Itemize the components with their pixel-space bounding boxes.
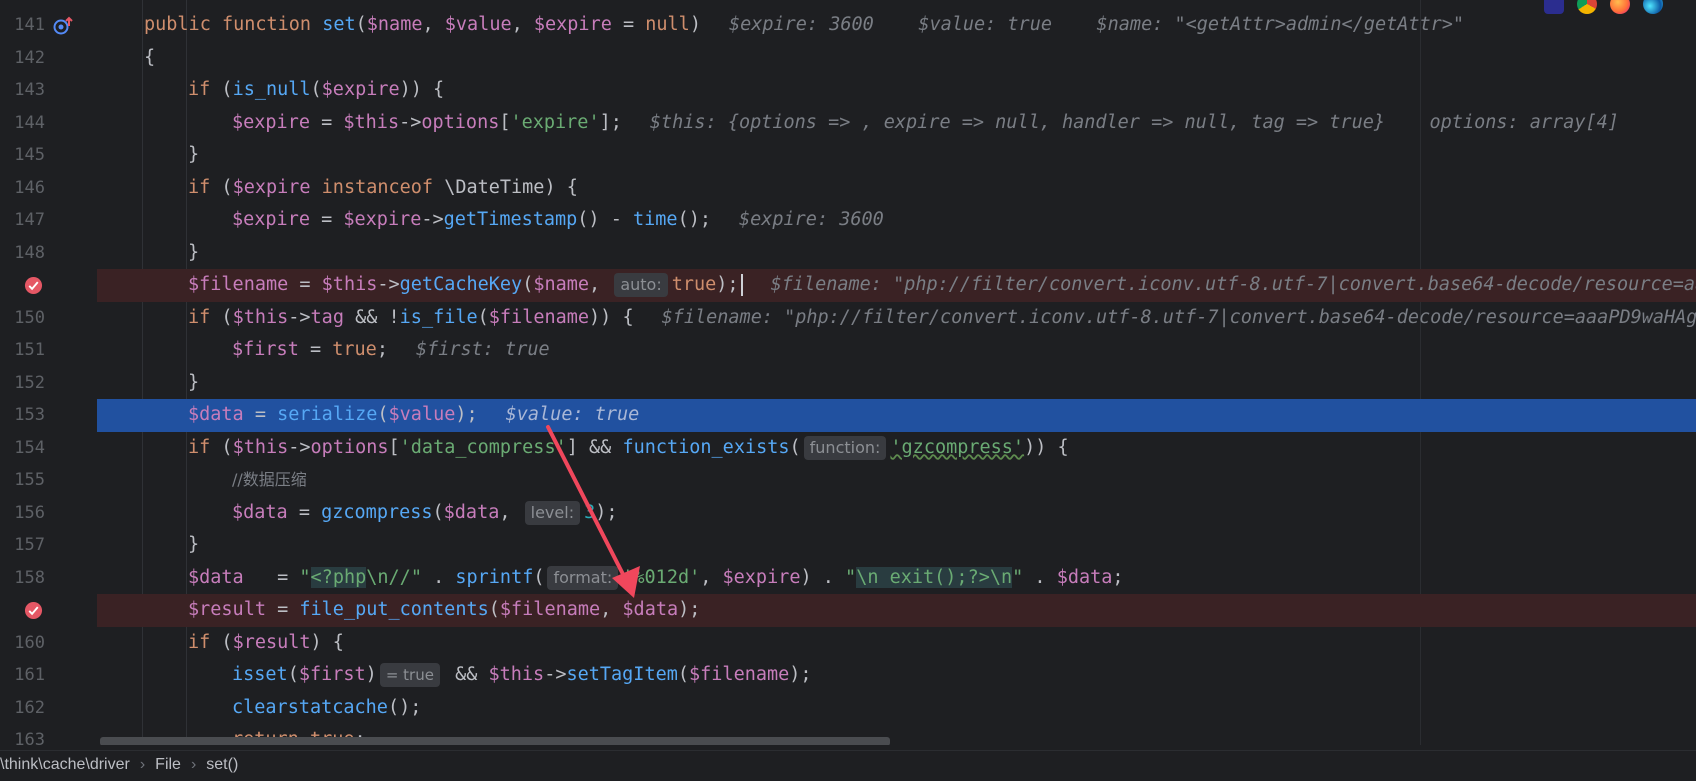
breadcrumb-class[interactable]: File — [155, 751, 181, 779]
breakpoint-icon[interactable] — [24, 601, 43, 620]
code-text: } — [188, 534, 200, 555]
code-line-156[interactable]: 156 $data = gzcompress($data, level: 3); — [0, 496, 1696, 529]
line-number: 163 — [14, 730, 45, 745]
debug-inline-value: $filename: "php://filter/convert.iconv.u… — [661, 306, 1696, 328]
code-text: $data = gzcompress($data, level: 3); — [232, 500, 618, 525]
code-line-160[interactable]: 160 if ($result) { — [0, 626, 1696, 659]
line-number: 146 — [14, 177, 45, 198]
code-text: $result = file_put_contents($filename, $… — [188, 599, 701, 620]
line-number: 141 — [14, 15, 45, 35]
code-text: if ($this->tag && !is_file($filename)) {… — [188, 302, 1696, 335]
code-text: isset($first) = true && $this->setTagItem… — [232, 663, 812, 687]
phpstorm-icon[interactable] — [1544, 0, 1564, 14]
code-text: } — [188, 371, 200, 393]
debug-inline-value: $expire: 3600 — [738, 209, 884, 230]
breadcrumb: \think\cache\driver › File › set() — [0, 750, 1696, 781]
code-line-145[interactable]: 145 } — [0, 139, 1696, 172]
code-text: $expire = $expire->getTimestamp() - time… — [232, 209, 884, 230]
debug-inline-value: $expire: 3600 $value: true $name: "<getA… — [728, 14, 1465, 35]
line-number: 143 — [14, 80, 45, 100]
debug-inline-value: $filename: "php://filter/convert.iconv.u… — [770, 274, 1696, 295]
code-line-146[interactable]: 146 if ($expire instanceof \DateTime) { — [0, 171, 1696, 204]
line-number: 150 — [14, 307, 45, 328]
parameter-hint-chip: format: — [547, 565, 619, 590]
code-line-partial: 140 */ — [0, 0, 1696, 9]
line-number: 154 — [14, 437, 45, 458]
breadcrumb-namespace[interactable]: \think\cache\driver — [0, 751, 130, 779]
code-line-142[interactable]: 142 { — [0, 41, 1696, 74]
code-line-144[interactable]: 144 $expire = $this->options['expire']; $… — [0, 106, 1696, 139]
chevron-right-icon: › — [190, 756, 197, 773]
line-number: 145 — [14, 145, 45, 165]
code-line-143[interactable]: 143 if (is_null($expire)) { — [0, 74, 1696, 107]
line-number: 158 — [14, 567, 45, 588]
line-number: 144 — [14, 112, 45, 133]
code-text: public function set($name, $value, $expi… — [144, 14, 1465, 35]
code-text: $filename = $this->getCacheKey($name, au… — [188, 269, 1696, 302]
code-line-148[interactable]: 148 } — [0, 236, 1696, 269]
code-text: if ($expire instanceof \DateTime) { — [188, 176, 578, 198]
parameter-hint-chip: level: — [524, 500, 581, 525]
debug-inline-value: $value: true — [505, 404, 640, 425]
comment-end: */ — [188, 0, 210, 9]
code-text: $data = serialize($value); $value: true — [188, 404, 640, 425]
code-line-159[interactable]: 159 $result = file_put_contents($filenam… — [0, 594, 1696, 627]
inline-value-chip: = true — [379, 663, 440, 687]
chevron-right-icon: › — [139, 756, 146, 773]
code-text: clearstatcache(); — [232, 696, 422, 718]
debug-inline-value: $this: {options => , expire => null, han… — [649, 111, 1619, 133]
horizontal-scrollbar[interactable] — [100, 737, 890, 745]
line-number: 153 — [14, 405, 45, 425]
line-number: 147 — [14, 210, 45, 230]
line-number: 162 — [14, 697, 45, 718]
breakpoint-icon[interactable] — [24, 276, 43, 295]
code-line-151[interactable]: 151 $first = true; $first: true — [0, 334, 1696, 367]
line-number: 152 — [14, 372, 45, 393]
line-number: 140 — [0, 0, 45, 9]
code-line-150[interactable]: 150 if ($this->tag && !is_file($filename… — [0, 301, 1696, 335]
line-number: 142 — [14, 47, 45, 68]
code-text: } — [188, 241, 200, 263]
code-line-149[interactable]: 149 $filename = $this->getCacheKey($name… — [0, 269, 1696, 302]
line-number: 157 — [14, 535, 45, 555]
code-text: $expire = $this->options['expire']; $this… — [232, 111, 1619, 133]
code-line-147[interactable]: 147 $expire = $expire->getTimestamp() - … — [0, 204, 1696, 237]
line-number: 148 — [14, 242, 45, 263]
code-line-158[interactable]: 158 $data = "<?php\n//" . sprintf(format… — [0, 561, 1696, 594]
code-text: if ($this->options['data_compress'] && f… — [188, 435, 1069, 460]
code-line-161[interactable]: 161 isset($first) = true && $this->setTag… — [0, 659, 1696, 692]
breadcrumb-method[interactable]: set() — [206, 751, 238, 779]
code-line-162[interactable]: 162 clearstatcache(); — [0, 691, 1696, 724]
code-text: $first = true; $first: true — [232, 339, 550, 360]
line-number: 161 — [14, 665, 45, 685]
code-text: { — [144, 46, 156, 68]
code-line-157[interactable]: 157 } — [0, 529, 1696, 562]
line-number: 160 — [14, 632, 45, 653]
code-text: } — [188, 144, 200, 165]
line-number: 156 — [14, 502, 45, 523]
line-number: 155 — [14, 470, 45, 490]
code-text: if ($result) { — [188, 631, 344, 653]
code-line-153-execution-point[interactable]: 153 $data = serialize($value); $value: tr… — [0, 399, 1696, 432]
code-text: if (is_null($expire)) { — [188, 79, 445, 100]
parameter-hint-chip: function: — [803, 435, 887, 460]
code-line-155[interactable]: 155 //数据压缩 — [0, 464, 1696, 497]
debug-inline-value: $first: true — [415, 339, 550, 360]
code-text: $data = "<?php\n//" . sprintf(format: '%0… — [188, 565, 1124, 590]
code-line-141[interactable]: 141 public function set($name, $value, $… — [0, 9, 1696, 42]
parameter-hint-chip: auto: — [614, 273, 668, 297]
code-line-152[interactable]: 152 } — [0, 366, 1696, 399]
line-number: 151 — [14, 340, 45, 360]
code-text: //数据压缩 — [232, 470, 307, 489]
code-line-154[interactable]: 154 if ($this->options['data_compress'] … — [0, 431, 1696, 464]
code-editor[interactable]: 140 */ 141 public function set($name, $v… — [0, 0, 1696, 745]
text-caret — [740, 274, 743, 296]
override-method-icon[interactable] — [52, 16, 74, 36]
